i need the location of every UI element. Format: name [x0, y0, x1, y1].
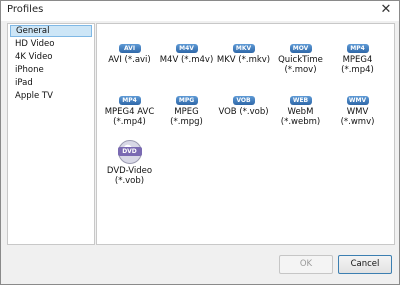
profile-label: MPEG (*.mpg) [170, 107, 203, 127]
cancel-button[interactable]: Cancel [338, 255, 392, 274]
profile-vob[interactable]: VOB VOB (*.vob) [215, 96, 272, 148]
sidebar-item-4k-video[interactable]: 4K Video [10, 51, 92, 63]
close-icon[interactable]: ✕ [379, 3, 393, 17]
mp4-file-icon: MP4 [118, 96, 141, 105]
dvd-disc-icon: DVD [117, 140, 142, 164]
dialog-title: Profiles [7, 4, 44, 15]
vob-file-icon: VOB [232, 96, 255, 105]
profiles-dialog: Profiles ✕ General HD Video 4K Video iPh… [0, 0, 400, 285]
profile-label: WMV (*.wmv) [340, 107, 375, 127]
profile-m4v[interactable]: M4V M4V (*.m4v) [158, 44, 215, 96]
profile-mkv[interactable]: MKV MKV (*.mkv) [215, 44, 272, 96]
mp4-file-icon: MP4 [346, 44, 369, 53]
wmv-file-icon: WMV [346, 96, 369, 105]
profile-label: MPEG4 AVC (*.mp4) [104, 107, 155, 127]
profile-label: QuickTime (*.mov) [278, 55, 323, 75]
mkv-file-icon: MKV [232, 44, 255, 53]
sidebar-item-iphone[interactable]: iPhone [10, 64, 92, 76]
sidebar-item-general[interactable]: General [10, 25, 92, 37]
ok-button[interactable]: OK [279, 255, 333, 274]
profile-quicktime[interactable]: MOV QuickTime (*.mov) [272, 44, 329, 96]
title-bar: Profiles ✕ [1, 1, 399, 21]
profile-label: M4V (*.m4v) [159, 55, 214, 65]
profile-grid: AVI AVI (*.avi) M4V M4V (*.m4v) MKV MKV … [101, 44, 386, 200]
profile-grid-panel: AVI AVI (*.avi) M4V M4V (*.m4v) MKV MKV … [96, 23, 395, 245]
profile-label: VOB (*.vob) [218, 107, 269, 117]
profile-label: DVD-Video (*.vob) [106, 166, 153, 186]
profile-label: WebM (*.webm) [280, 107, 321, 127]
sidebar-item-apple-tv[interactable]: Apple TV [10, 90, 92, 102]
profile-dvd-video[interactable]: DVD DVD-Video (*.vob) [101, 140, 158, 200]
profile-mpeg4[interactable]: MP4 MPEG4 (*.mp4) [329, 44, 386, 96]
profile-avi[interactable]: AVI AVI (*.avi) [101, 44, 158, 96]
category-list: General HD Video 4K Video iPhone iPad Ap… [7, 23, 95, 245]
profile-mpeg[interactable]: MPG MPEG (*.mpg) [158, 96, 215, 148]
sidebar-item-hd-video[interactable]: HD Video [10, 38, 92, 50]
mpg-file-icon: MPG [175, 96, 198, 105]
m4v-file-icon: M4V [175, 44, 198, 53]
mov-file-icon: MOV [289, 44, 312, 53]
profile-label: MKV (*.mkv) [216, 55, 271, 65]
dvd-badge: DVD [117, 147, 142, 156]
avi-file-icon: AVI [118, 44, 141, 53]
sidebar-item-ipad[interactable]: iPad [10, 77, 92, 89]
profile-webm[interactable]: WEB WebM (*.webm) [272, 96, 329, 148]
profile-label: AVI (*.avi) [108, 55, 151, 65]
profile-label: MPEG4 (*.mp4) [341, 55, 374, 75]
webm-file-icon: WEB [289, 96, 312, 105]
profile-wmv[interactable]: WMV WMV (*.wmv) [329, 96, 386, 148]
